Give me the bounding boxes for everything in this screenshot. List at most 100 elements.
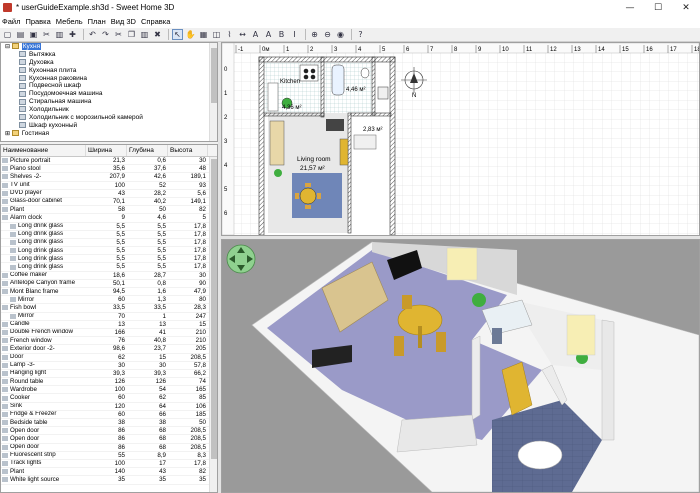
add-furniture-icon[interactable]: ✚ <box>67 29 78 40</box>
table-row[interactable]: Candle 13 13 15 <box>1 321 217 329</box>
save-icon[interactable]: ▣ <box>28 29 39 40</box>
menu-edit[interactable]: Правка <box>25 17 50 26</box>
catalog-item[interactable]: Холодильник <box>1 106 217 114</box>
table-row[interactable]: Picture portrait 21,3 0,6 30 <box>1 157 217 166</box>
table-row[interactable]: Double French window 166 41 210 <box>1 329 217 338</box>
catalog-item[interactable]: Посудомоечная машина <box>1 90 217 98</box>
furniture-table[interactable]: Наименование Ширина Глубина Высота Pictu… <box>0 144 218 493</box>
table-row[interactable]: Mirror 70 1 247 <box>1 313 217 321</box>
cut-icon[interactable]: ✂ <box>41 29 52 40</box>
cell-width: 5,5 <box>116 222 125 230</box>
table-row[interactable]: Round table 126 126 74 <box>1 378 217 387</box>
select-icon[interactable]: ↖ <box>172 29 183 40</box>
table-row[interactable]: Mont Blanc frame 94,5 1,6 47,9 <box>1 288 217 297</box>
column-height[interactable]: Высота <box>168 145 208 156</box>
table-row[interactable]: DVD player 43 28,2 5,6 <box>1 190 217 198</box>
table-row[interactable]: TV unit 100 52 93 <box>1 182 217 190</box>
redo-icon[interactable]: ↷ <box>100 29 111 40</box>
plan-view[interactable]: -10м123456789101112131415161718 01234567… <box>221 42 700 236</box>
create-photo-icon[interactable]: ◉ <box>335 29 346 40</box>
catalog-item[interactable]: Подвесной шкаф <box>1 82 217 90</box>
table-row[interactable]: Long drink glass 5,5 5,5 17,8 <box>1 247 217 256</box>
catalog-scrollbar[interactable] <box>209 43 217 141</box>
table-row[interactable]: Mirror 60 1,3 80 <box>1 296 217 305</box>
table-row[interactable]: Fridge & Freezer 60 66 185 <box>1 411 217 419</box>
table-row[interactable]: Long drink glass 5,5 5,5 17,8 <box>1 239 217 248</box>
table-row[interactable]: Track lights 100 17 17,8 <box>1 460 217 469</box>
3d-canvas[interactable] <box>222 240 699 492</box>
table-row[interactable]: Fish bowl 33,5 33,5 28,3 <box>1 304 217 313</box>
pan-icon[interactable]: ✋ <box>185 29 196 40</box>
navigation-arrows-icon[interactable] <box>226 244 256 274</box>
help-icon[interactable]: ? <box>355 29 366 40</box>
table-row[interactable]: Bedside table 38 38 50 <box>1 419 217 428</box>
column-depth[interactable]: Глубина <box>127 145 168 156</box>
table-row[interactable]: Cooker 60 62 85 <box>1 394 217 403</box>
bold-icon[interactable]: B <box>276 29 287 40</box>
menu-plan[interactable]: План <box>88 17 106 26</box>
create-dimensions-icon[interactable]: ↔ <box>237 29 248 40</box>
table-row[interactable]: Plant 140 43 82 <box>1 468 217 477</box>
catalog-category[interactable]: ⊟ Кухня <box>1 43 217 51</box>
table-row[interactable]: Long drink glass 5,5 5,5 17,8 <box>1 231 217 239</box>
table-row[interactable]: Glass-door cabinet 70,1 40,2 149,1 <box>1 198 217 207</box>
table-row[interactable]: Alarm clock 9 4,6 5 <box>1 214 217 223</box>
table-row[interactable]: French window 76 40,8 210 <box>1 337 217 346</box>
minimize-button[interactable]: — <box>616 0 644 15</box>
menu-3d-view[interactable]: Вид 3D <box>111 17 136 26</box>
italic-icon[interactable]: I <box>289 29 300 40</box>
paste2-icon[interactable]: ▥ <box>139 29 150 40</box>
create-labels-icon[interactable]: A <box>250 29 261 40</box>
delete-icon[interactable]: ✖ <box>152 29 163 40</box>
3d-view[interactable] <box>221 239 700 493</box>
plan-canvas[interactable]: -10м123456789101112131415161718 01234567… <box>222 43 699 235</box>
menu-furniture[interactable]: Мебель <box>56 17 83 26</box>
table-row[interactable]: Sink 120 64 106 <box>1 403 217 411</box>
catalog-item[interactable]: Вытяжка <box>1 51 217 59</box>
catalog-category-next[interactable]: ⊞ Гостиная <box>1 130 217 138</box>
maximize-button[interactable]: ☐ <box>644 0 672 15</box>
table-row[interactable]: Open door 86 68 208,5 <box>1 427 217 436</box>
table-row[interactable]: Open door 86 68 208,5 <box>1 444 217 452</box>
table-row[interactable]: Exterior door -2- 98,6 23,7 205 <box>1 345 217 354</box>
open-icon[interactable]: ▤ <box>15 29 26 40</box>
furniture-scrollbar[interactable] <box>209 157 217 492</box>
furniture-catalog-tree[interactable]: ⊟ Кухня Вытяжка Духовка Кухонная плита Кухо… <box>0 42 218 142</box>
text-style-icon[interactable]: A <box>263 29 274 40</box>
table-row[interactable]: Lamp -3- 30 30 57,8 <box>1 362 217 370</box>
column-width[interactable]: Ширина <box>86 145 127 156</box>
cut2-icon[interactable]: ✂ <box>113 29 124 40</box>
zoom-out-icon[interactable]: ⊖ <box>322 29 333 40</box>
zoom-in-icon[interactable]: ⊕ <box>309 29 320 40</box>
catalog-item[interactable]: Стиральная машина <box>1 98 217 106</box>
create-walls-icon[interactable]: ▦ <box>198 29 209 40</box>
paste-icon[interactable]: ▥ <box>54 29 65 40</box>
create-polylines-icon[interactable]: ⌇ <box>224 29 235 40</box>
menu-help[interactable]: Справка <box>141 17 170 26</box>
table-row[interactable]: Hanging light 39,3 39,3 66,2 <box>1 370 217 379</box>
table-row[interactable]: Door 62 15 208,5 <box>1 354 217 362</box>
table-row[interactable]: Fluorescent strip 55 8,9 8,3 <box>1 452 217 460</box>
undo-icon[interactable]: ↶ <box>87 29 98 40</box>
table-row[interactable]: Plant 58 50 82 <box>1 206 217 215</box>
table-row[interactable]: Piano stool 35,6 37,6 48 <box>1 165 217 174</box>
menu-file[interactable]: Файл <box>2 17 20 26</box>
new-icon[interactable]: ▢ <box>2 29 13 40</box>
table-row[interactable]: Antelope Canyon frame 50,1 0,8 90 <box>1 280 217 288</box>
table-row[interactable]: Long drink glass 5,5 5,5 17,8 <box>1 223 217 231</box>
table-row[interactable]: Open door 86 68 208,5 <box>1 435 217 444</box>
column-name[interactable]: Наименование <box>1 145 86 156</box>
create-rooms-icon[interactable]: ◫ <box>211 29 222 40</box>
catalog-item[interactable]: Холодильник с морозильной камерой <box>1 114 217 122</box>
table-row[interactable]: Long drink glass 5,5 5,5 17,8 <box>1 255 217 264</box>
table-row[interactable]: Coffee maker 18,6 28,7 30 <box>1 272 217 280</box>
table-row[interactable]: White light source 35 35 35 <box>1 476 217 485</box>
close-button[interactable]: ✕ <box>672 0 700 15</box>
catalog-item[interactable]: Кухонная плита <box>1 67 217 75</box>
table-row[interactable]: Wardrobe 100 54 165 <box>1 386 217 395</box>
catalog-item[interactable]: Духовка <box>1 59 217 67</box>
copy-icon[interactable]: ❐ <box>126 29 137 40</box>
table-row[interactable]: Long drink glass 5,5 5,5 17,8 <box>1 263 217 272</box>
table-row[interactable]: Shelves -2- 207,9 42,6 189,1 <box>1 173 217 182</box>
catalog-item[interactable]: Шкаф кухонный <box>1 122 217 130</box>
